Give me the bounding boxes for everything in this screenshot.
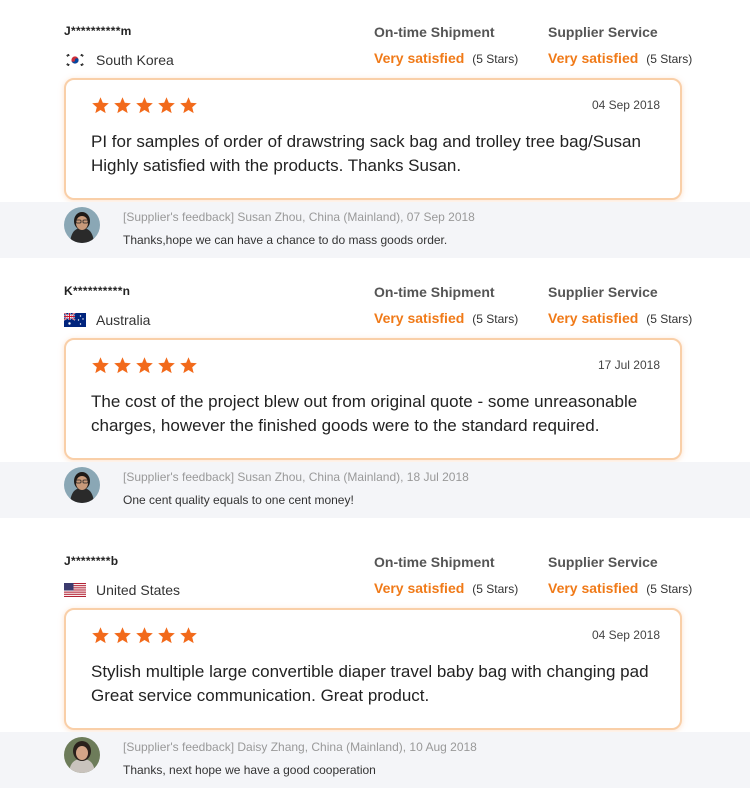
shipment-title: On-time Shipment bbox=[374, 24, 495, 40]
star-icon bbox=[92, 357, 109, 374]
shipment-satisfaction: Very satisfied bbox=[374, 580, 465, 596]
australia-flag-icon bbox=[64, 313, 86, 327]
country-name: Australia bbox=[96, 312, 151, 328]
feedback-meta: [Supplier's feedback] Susan Zhou, China … bbox=[123, 470, 469, 484]
buyer-name: J********b bbox=[64, 554, 119, 568]
star-icon bbox=[114, 97, 131, 114]
review-card: 17 Jul 2018 The cost of the project blew… bbox=[64, 338, 682, 460]
buyer-name: J**********m bbox=[64, 24, 132, 38]
star-rating bbox=[91, 96, 201, 115]
country-name: South Korea bbox=[96, 52, 174, 68]
avatar bbox=[64, 467, 100, 503]
shipment-satisfaction: Very satisfied bbox=[374, 310, 465, 326]
service-title: Supplier Service bbox=[548, 24, 658, 40]
service-satisfaction: Very satisfied bbox=[548, 50, 639, 66]
star-icon bbox=[180, 627, 197, 644]
star-icon bbox=[158, 357, 175, 374]
review-header: J**********m South Korea On-time Shipmen… bbox=[0, 0, 750, 78]
service-stars-count: (5 Stars) bbox=[646, 582, 693, 596]
review-item: J********b United States On-time Shipmen… bbox=[0, 530, 750, 788]
star-icon bbox=[136, 357, 153, 374]
star-icon bbox=[158, 97, 175, 114]
star-icon bbox=[136, 627, 153, 644]
feedback-text: One cent quality equals to one cent mone… bbox=[123, 493, 354, 507]
star-icon bbox=[180, 97, 197, 114]
service-title: Supplier Service bbox=[548, 284, 658, 300]
review-date: 04 Sep 2018 bbox=[591, 628, 660, 642]
buyer-country: South Korea bbox=[64, 52, 174, 68]
comment-line: Stylish multiple large convertible diape… bbox=[91, 662, 649, 681]
buyer-country: United States bbox=[64, 582, 180, 598]
comment-line: The cost of the project blew out from or… bbox=[91, 392, 638, 411]
supplier-avatar-icon bbox=[64, 467, 100, 503]
south-korea-flag-icon bbox=[64, 53, 86, 67]
review-date: 04 Sep 2018 bbox=[591, 98, 660, 112]
feedback-meta: [Supplier's feedback] Susan Zhou, China … bbox=[123, 210, 475, 224]
on-time-shipment-rating: On-time Shipment Very satisfied (5 Stars… bbox=[374, 554, 518, 596]
service-satisfaction: Very satisfied bbox=[548, 310, 639, 326]
comment-line: Highly satisfied with the products. Than… bbox=[91, 156, 462, 175]
united-states-flag-icon bbox=[64, 583, 86, 597]
comment-line: Great service communication. Great produ… bbox=[91, 686, 430, 705]
avatar bbox=[64, 207, 100, 243]
shipment-title: On-time Shipment bbox=[374, 554, 495, 570]
buyer-name: K**********n bbox=[64, 284, 131, 298]
star-icon bbox=[92, 97, 109, 114]
shipment-stars-count: (5 Stars) bbox=[472, 312, 519, 326]
star-icon bbox=[114, 627, 131, 644]
on-time-shipment-rating: On-time Shipment Very satisfied (5 Stars… bbox=[374, 284, 518, 326]
star-rating bbox=[91, 626, 201, 645]
shipment-title: On-time Shipment bbox=[374, 284, 495, 300]
star-icon bbox=[180, 357, 197, 374]
supplier-service-rating: Supplier Service Very satisfied (5 Stars… bbox=[548, 24, 692, 66]
comment-line: PI for samples of order of drawstring sa… bbox=[91, 132, 641, 151]
shipment-satisfaction: Very satisfied bbox=[374, 50, 465, 66]
review-card: 04 Sep 2018 PI for samples of order of d… bbox=[64, 78, 682, 200]
comment-line: charges, however the finished goods were… bbox=[91, 416, 600, 435]
review-card: 04 Sep 2018 Stylish multiple large conve… bbox=[64, 608, 682, 730]
review-item: J**********m South Korea On-time Shipmen… bbox=[0, 0, 750, 258]
supplier-service-rating: Supplier Service Very satisfied (5 Stars… bbox=[548, 554, 692, 596]
review-item: K**********n Australia On-time Shipment … bbox=[0, 260, 750, 518]
star-icon bbox=[114, 357, 131, 374]
review-comment: The cost of the project blew out from or… bbox=[91, 390, 662, 438]
review-header: K**********n Australia On-time Shipment … bbox=[0, 260, 750, 338]
supplier-feedback: [Supplier's feedback] Susan Zhou, China … bbox=[0, 462, 750, 518]
review-comment: Stylish multiple large convertible diape… bbox=[91, 660, 662, 708]
review-header: J********b United States On-time Shipmen… bbox=[0, 530, 750, 608]
feedback-text: Thanks,hope we can have a chance to do m… bbox=[123, 233, 448, 247]
review-date: 17 Jul 2018 bbox=[597, 358, 660, 372]
buyer-country: Australia bbox=[64, 312, 150, 328]
avatar bbox=[64, 737, 100, 773]
star-icon bbox=[158, 627, 175, 644]
service-satisfaction: Very satisfied bbox=[548, 580, 639, 596]
country-name: United States bbox=[96, 582, 181, 598]
shipment-stars-count: (5 Stars) bbox=[472, 52, 519, 66]
on-time-shipment-rating: On-time Shipment Very satisfied (5 Stars… bbox=[374, 24, 518, 66]
review-comment: PI for samples of order of drawstring sa… bbox=[91, 130, 662, 178]
star-icon bbox=[92, 627, 109, 644]
service-stars-count: (5 Stars) bbox=[646, 52, 693, 66]
supplier-feedback: [Supplier's feedback] Susan Zhou, China … bbox=[0, 202, 750, 258]
shipment-stars-count: (5 Stars) bbox=[472, 582, 519, 596]
feedback-meta: [Supplier's feedback] Daisy Zhang, China… bbox=[123, 740, 477, 754]
supplier-service-rating: Supplier Service Very satisfied (5 Stars… bbox=[548, 284, 692, 326]
service-title: Supplier Service bbox=[548, 554, 658, 570]
service-stars-count: (5 Stars) bbox=[646, 312, 693, 326]
supplier-feedback: [Supplier's feedback] Daisy Zhang, China… bbox=[0, 732, 750, 788]
star-icon bbox=[136, 97, 153, 114]
star-rating bbox=[91, 356, 201, 375]
supplier-avatar-icon bbox=[64, 207, 100, 243]
feedback-text: Thanks, next hope we have a good coopera… bbox=[123, 763, 376, 777]
supplier-avatar-icon bbox=[64, 737, 100, 773]
